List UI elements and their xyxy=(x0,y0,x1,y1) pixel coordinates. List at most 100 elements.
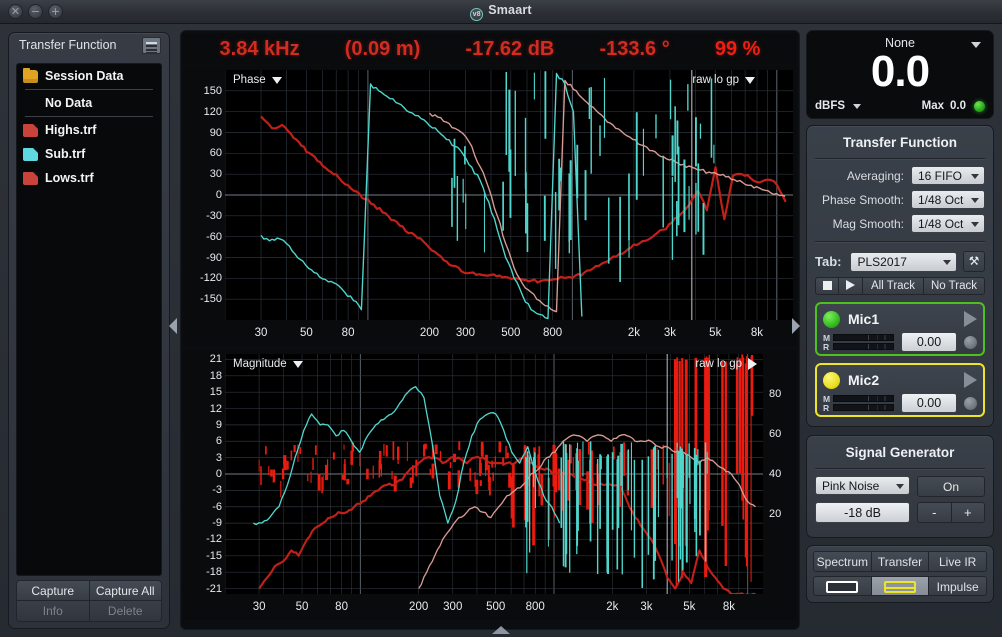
split-pane-icon xyxy=(884,581,916,593)
axis-tick-label: 50 xyxy=(300,327,313,339)
level-meter[interactable]: None 0.0 dBFS Max 0.0 xyxy=(806,30,994,119)
track-button-row: All Track No Track xyxy=(815,277,985,295)
coherence-y-axis: 80604020 xyxy=(765,350,797,620)
hamburger-icon[interactable] xyxy=(142,37,161,54)
meter-label-r: R xyxy=(823,342,833,352)
averaging-select[interactable]: 16 FIFO xyxy=(911,166,985,185)
view-split-pane-button[interactable] xyxy=(872,576,930,596)
channel-meters-row: M R 0.00 xyxy=(823,393,977,413)
chevron-down-icon[interactable] xyxy=(745,77,755,84)
smaart-logo-icon: v8 xyxy=(470,8,483,21)
axis-tick-label: 21 xyxy=(210,353,222,365)
chevron-down-icon[interactable] xyxy=(272,77,282,84)
phase-smooth-label: Phase Smooth: xyxy=(822,193,904,207)
stop-icon xyxy=(823,281,832,290)
axis-tick-label: 90 xyxy=(210,127,222,139)
axis-tick-label: 5k xyxy=(709,327,721,339)
axis-tick-label: 2k xyxy=(606,601,618,613)
tab-live-ir[interactable]: Live IR xyxy=(929,551,987,572)
list-item-highs[interactable]: Highs.trf xyxy=(17,118,161,142)
list-item-label: Highs.trf xyxy=(45,123,96,137)
chevron-down-icon[interactable] xyxy=(853,104,861,109)
channel-meters: M R xyxy=(823,333,894,351)
axis-tick-label: 30 xyxy=(253,601,266,613)
mode-tab-panel: Spectrum Transfer Live IR Impulse xyxy=(806,545,994,603)
phase-plot-trace-selector[interactable]: raw lo gp xyxy=(692,74,755,86)
meter-line-r: R xyxy=(823,342,894,351)
signal-type-select[interactable]: Pink Noise xyxy=(815,476,910,495)
tab-impulse[interactable]: Impulse xyxy=(929,576,987,596)
tab-transfer[interactable]: Transfer xyxy=(872,551,930,572)
phase-plot[interactable]: Phase raw lo gp 1501209060300-30-60-90-1… xyxy=(183,66,797,346)
axis-tick-label: -90 xyxy=(206,252,222,264)
axis-tick-label: 8k xyxy=(723,601,735,613)
splitter-bottom-handle[interactable] xyxy=(492,626,510,634)
tab-select[interactable]: PLS2017 xyxy=(850,252,957,272)
all-track-button[interactable]: All Track xyxy=(863,277,924,295)
phase-canvas[interactable] xyxy=(225,70,793,320)
signal-generator-title: Signal Generator xyxy=(815,442,985,466)
channel-knob-icon[interactable] xyxy=(964,397,977,410)
axis-tick-label: 0 xyxy=(216,468,222,480)
play-button[interactable] xyxy=(839,277,863,295)
play-icon[interactable] xyxy=(964,372,977,388)
list-item-session-data[interactable]: Session Data xyxy=(17,64,161,88)
level-max-label: Max xyxy=(922,100,944,112)
channel-knob-icon[interactable] xyxy=(964,336,977,349)
sidebar-header: Transfer Function xyxy=(9,33,169,59)
channel-strip-mic2[interactable]: Mic2 M R 0.00 xyxy=(815,363,985,417)
splitter-right-handle[interactable] xyxy=(792,318,800,334)
list-item-sub[interactable]: Sub.trf xyxy=(17,142,161,166)
magnitude-plot-title[interactable]: Magnitude xyxy=(233,358,303,370)
file-icon xyxy=(23,172,38,185)
phase-smooth-select[interactable]: 1/48 Oct xyxy=(911,190,985,209)
generator-level-increment[interactable]: + xyxy=(952,502,986,523)
signal-level-row: -18 dB - + xyxy=(815,502,985,523)
tab-row: Tab: PLS2017 ⚒ xyxy=(815,251,985,272)
no-track-button[interactable]: No Track xyxy=(924,277,985,295)
chevron-down-icon[interactable] xyxy=(293,361,303,368)
level-meter-footer: dBFS Max 0.0 xyxy=(815,100,985,112)
mag-smooth-select[interactable]: 1/48 Oct xyxy=(911,214,985,233)
phase-trace-label: raw lo gp xyxy=(692,74,739,86)
generator-level-decrement[interactable]: - xyxy=(917,502,952,523)
averaging-label: Averaging: xyxy=(847,169,904,183)
session-data-list[interactable]: Session Data No Data Highs.trf Sub.trf L… xyxy=(16,63,162,576)
signal-type-row: Pink Noise On xyxy=(815,476,985,497)
channel-strip-mic1[interactable]: Mic1 M R 0.00 xyxy=(815,302,985,356)
smaart-application-window: ✕ − + v8Smaart Transfer Function Session… xyxy=(0,0,1002,637)
delete-button[interactable]: Delete xyxy=(90,601,163,622)
channel-gain-field[interactable]: 0.00 xyxy=(901,393,957,413)
phase-plot-title[interactable]: Phase xyxy=(233,74,282,86)
title-bar: ✕ − + v8Smaart xyxy=(0,0,1002,24)
meter-bar xyxy=(833,343,894,350)
axis-tick-label: -30 xyxy=(206,210,222,222)
view-single-pane-button[interactable] xyxy=(813,576,872,596)
magnitude-plot-title-label: Magnitude xyxy=(233,358,287,370)
channel-name: Mic2 xyxy=(848,372,879,388)
generator-level-field[interactable]: -18 dB xyxy=(815,502,910,523)
chevron-right-icon[interactable] xyxy=(748,358,757,370)
info-button[interactable]: Info xyxy=(16,601,90,622)
magnitude-canvas[interactable] xyxy=(225,354,763,594)
generator-on-button[interactable]: On xyxy=(917,476,985,497)
graph-area: 3.84 kHz (0.09 m) -17.62 dB -133.6 ° 99 … xyxy=(180,30,800,630)
channel-gain-field[interactable]: 0.00 xyxy=(901,332,957,352)
magnitude-plot[interactable]: Magnitude raw lo gp 211815129630-3-6-9-1… xyxy=(183,350,797,620)
play-icon[interactable] xyxy=(964,311,977,327)
tab-spectrum[interactable]: Spectrum xyxy=(813,551,872,572)
capture-button[interactable]: Capture xyxy=(16,580,90,601)
stop-button[interactable] xyxy=(815,277,839,295)
channel-meters-row: M R 0.00 xyxy=(823,332,977,352)
tab-value: PLS2017 xyxy=(857,255,906,269)
magnitude-plot-trace-selector[interactable]: raw lo gp xyxy=(695,358,757,370)
channel-color-dot-icon xyxy=(823,372,840,389)
channel-meters: M R xyxy=(823,394,894,412)
list-item-lows[interactable]: Lows.trf xyxy=(17,166,161,190)
capture-all-button[interactable]: Capture All xyxy=(90,580,163,601)
chevron-down-icon[interactable] xyxy=(971,42,981,48)
phase-y-axis: 1501209060300-30-60-90-120-150 xyxy=(183,66,225,346)
level-unit-label[interactable]: dBFS xyxy=(815,100,845,112)
wrench-icon[interactable]: ⚒ xyxy=(963,251,985,272)
splitter-left-handle[interactable] xyxy=(169,318,177,334)
